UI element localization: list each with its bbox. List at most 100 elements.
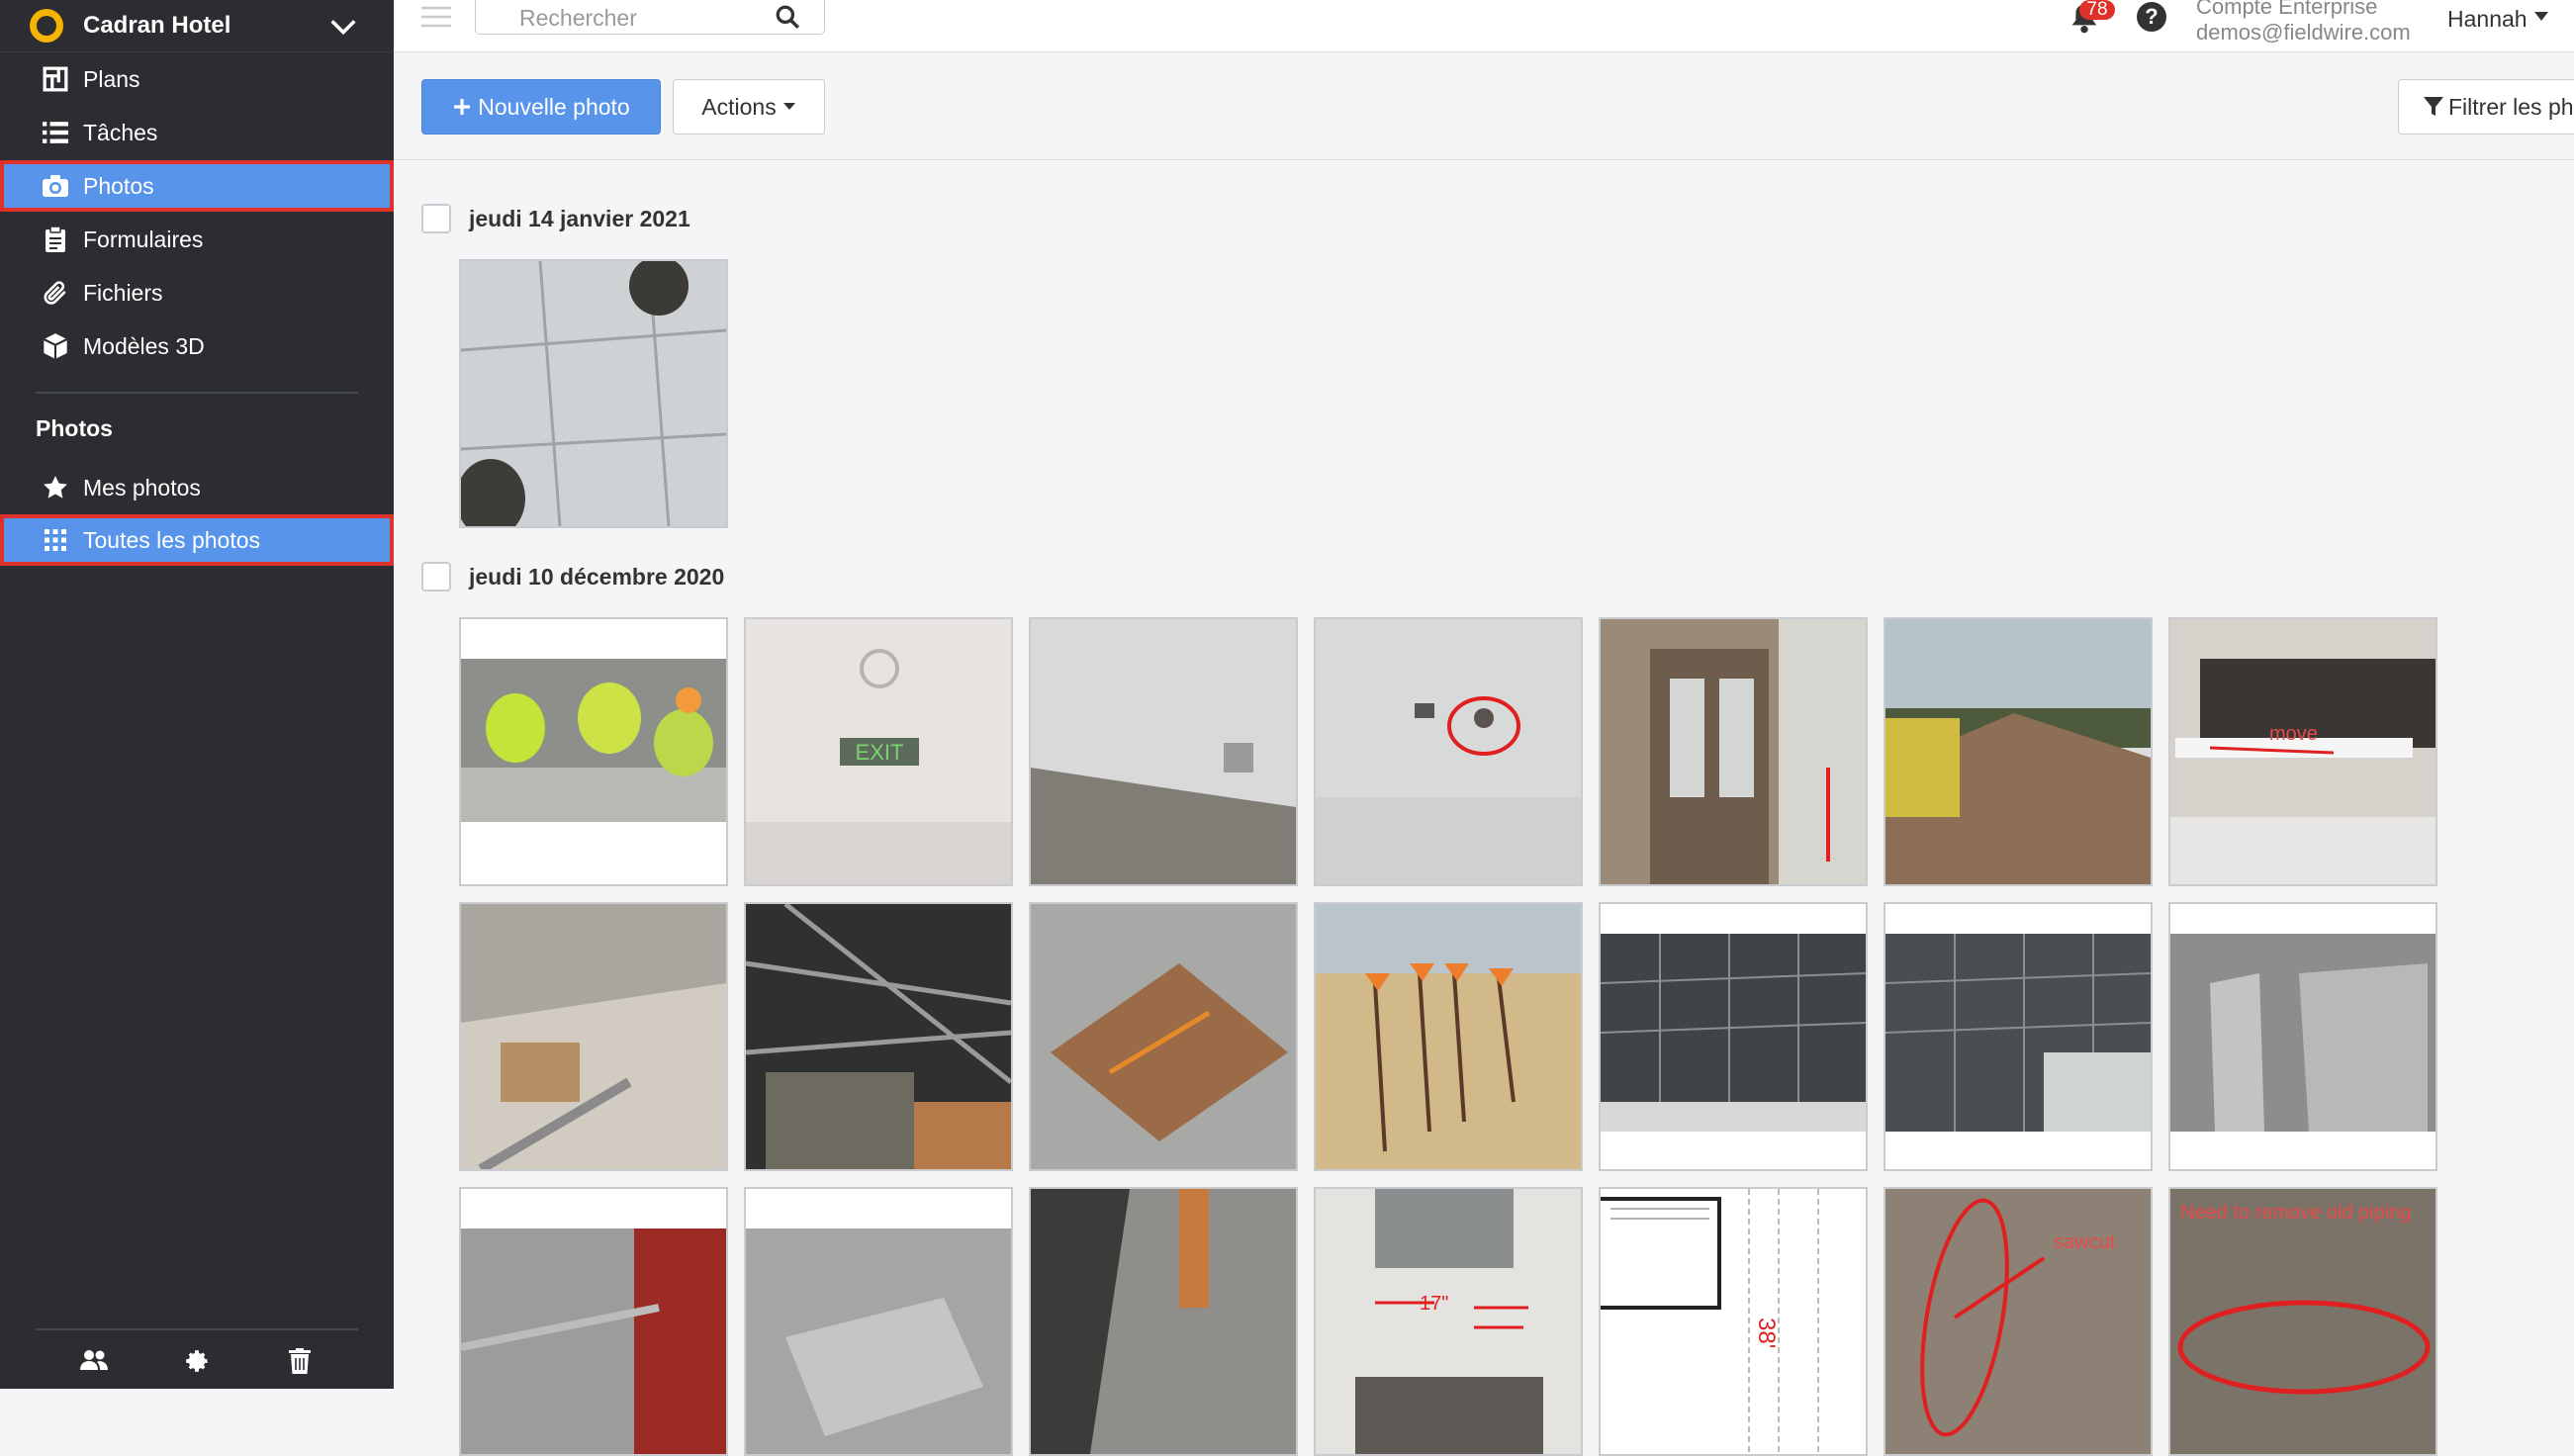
account-email: demos@fieldwire.com [2196, 20, 2411, 45]
search-box [475, 0, 825, 36]
actions-dropdown[interactable]: Actions [673, 79, 825, 135]
sidebar-item-formulaires[interactable]: Formulaires [0, 214, 394, 265]
caret-down-icon[interactable] [2534, 12, 2548, 22]
sidebar-item-label: Formulaires [83, 226, 204, 252]
sidebar-item-mes-photos[interactable]: Mes photos [0, 462, 394, 513]
photo-thumbnail[interactable] [1029, 902, 1298, 1171]
photo-thumbnail[interactable]: Need to remove old piping [2168, 1187, 2437, 1456]
sidebar-item-fichiers[interactable]: Fichiers [0, 267, 394, 318]
photo-thumbnail[interactable] [2168, 902, 2437, 1171]
project-name: Cadran Hotel [83, 12, 231, 39]
photo-image: 38' [1601, 1189, 1819, 1454]
photo-thumbnail[interactable] [1599, 617, 1868, 886]
sidebar-section-title: Photos [36, 415, 113, 441]
photo-thumbnail[interactable] [459, 259, 728, 528]
sawcut-annotation: sawcut [2054, 1231, 2116, 1253]
plus-icon [454, 99, 471, 115]
help-icon[interactable]: ? [2137, 2, 2166, 32]
photo-thumbnail[interactable] [1884, 902, 2153, 1171]
filter-label: Filtrer les ph [2448, 93, 2574, 120]
measurement-annotation: 17" [1420, 1293, 1448, 1315]
photo-image [746, 1189, 1011, 1454]
user-menu[interactable]: Hannah [2447, 6, 2528, 33]
photo-thumbnail[interactable] [1884, 617, 2153, 886]
clipboard-icon [36, 226, 75, 253]
photo-thumbnail[interactable]: EXIT [744, 617, 1013, 886]
photo-thumbnail[interactable]: 38' [1599, 1187, 1868, 1456]
photo-thumbnail[interactable] [459, 617, 728, 886]
photo-image: EXIT [746, 619, 1011, 884]
hamburger-menu-icon[interactable] [421, 4, 451, 30]
top-bar: 78 ? Compte Enterprise demos@fieldwire.c… [394, 0, 2574, 52]
sidebar-item-label: Modèles 3D [83, 332, 205, 359]
dimension-annotation: 38' [1753, 1318, 1780, 1348]
photo-image: move [2170, 619, 2436, 884]
photo-thumbnail[interactable] [744, 1187, 1013, 1456]
photo-thumbnail[interactable]: move [2168, 617, 2437, 886]
remove-piping-annotation: Need to remove old piping [2180, 1202, 2411, 1224]
photo-thumbnail[interactable] [1314, 902, 1583, 1171]
toolbar: Nouvelle photo Actions Filtrer les ph [394, 52, 2574, 161]
new-photo-button[interactable]: Nouvelle photo [421, 79, 661, 135]
photo-image [1601, 934, 1866, 1132]
filter-icon [2424, 97, 2443, 116]
photo-thumbnail[interactable] [1599, 902, 1868, 1171]
photo-thumbnail[interactable] [459, 902, 728, 1171]
plans-icon [36, 66, 75, 92]
new-photo-label: Nouvelle photo [478, 93, 630, 120]
cube-icon [36, 332, 75, 360]
group-date: jeudi 14 janvier 2021 [469, 205, 690, 231]
sidebar-item-plans[interactable]: Plans [0, 53, 394, 105]
gear-icon[interactable] [184, 1348, 210, 1374]
photo-image [1031, 1189, 1296, 1454]
notification-badge: 78 [2079, 0, 2115, 20]
photo-image: sawcut [1885, 1189, 2151, 1454]
move-annotation: move [2269, 723, 2318, 745]
photo-image [1601, 619, 1866, 884]
project-logo-icon [30, 9, 63, 43]
photo-image [1316, 904, 1581, 1169]
sidebar-item-label: Toutes les photos [83, 526, 261, 553]
photo-thumbnail[interactable] [459, 1187, 728, 1456]
chevron-down-icon[interactable] [326, 10, 360, 44]
search-icon[interactable] [775, 4, 800, 30]
account-info[interactable]: Compte Enterprise demos@fieldwire.com [2196, 0, 2411, 46]
photo-thumbnail[interactable] [744, 902, 1013, 1171]
photo-image [1316, 619, 1581, 884]
caret-down-icon [782, 103, 795, 110]
group-select-checkbox[interactable] [421, 562, 451, 592]
sidebar-item-label: Plans [83, 65, 140, 92]
account-type: Compte Enterprise [2196, 0, 2378, 19]
photo-image [461, 904, 726, 1169]
photo-thumbnail[interactable] [1029, 1187, 1298, 1456]
photo-image [461, 1189, 726, 1454]
sidebar-item-taches[interactable]: Tâches [0, 107, 394, 158]
actions-label: Actions [701, 93, 777, 120]
photo-image [746, 904, 1011, 1169]
group-select-checkbox[interactable] [421, 204, 451, 233]
photo-thumbnail[interactable] [1314, 617, 1583, 886]
photo-image: Need to remove old piping [2170, 1189, 2436, 1454]
sidebar-item-label: Tâches [83, 119, 158, 145]
sidebar-item-photos[interactable]: Photos [0, 160, 394, 212]
photo-image [2170, 934, 2436, 1132]
photo-image [1031, 619, 1296, 884]
photo-gallery: jeudi 14 janvier 2021 jeudi 10 décembre … [394, 160, 2574, 1456]
photo-image: 17" [1316, 1189, 1581, 1454]
sidebar-footer [0, 1330, 394, 1390]
sidebar-item-label: Photos [83, 172, 154, 199]
sidebar-item-label: Mes photos [83, 474, 201, 500]
trash-icon[interactable] [289, 1348, 311, 1374]
project-header[interactable]: Cadran Hotel [0, 0, 394, 52]
sidebar-item-modeles-3d[interactable]: Modèles 3D [0, 320, 394, 372]
grid-icon [36, 528, 75, 552]
photo-thumbnail[interactable]: 17" [1314, 1187, 1583, 1456]
search-input[interactable] [476, 0, 798, 36]
sidebar-item-toutes-les-photos[interactable]: Toutes les photos [0, 514, 394, 566]
filter-photos-button[interactable]: Filtrer les ph [2398, 79, 2574, 135]
photo-thumbnail[interactable]: sawcut [1884, 1187, 2153, 1456]
photo-image [1031, 904, 1296, 1169]
photo-thumbnail[interactable] [1029, 617, 1298, 886]
camera-icon [36, 174, 75, 198]
users-icon[interactable] [79, 1348, 109, 1372]
